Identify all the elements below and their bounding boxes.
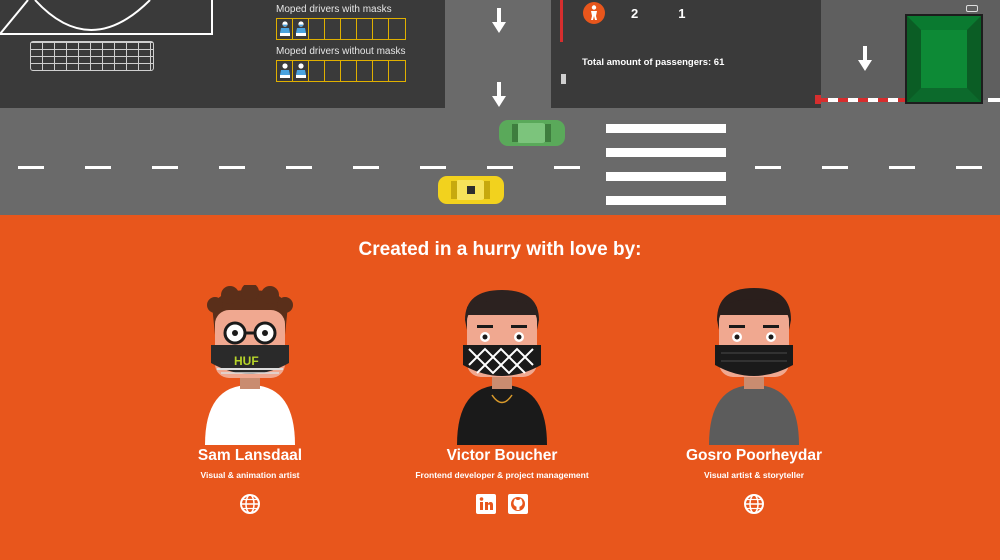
linkedin-icon[interactable] <box>475 493 497 515</box>
avatar <box>709 288 799 445</box>
down-arrow-icon <box>492 8 506 33</box>
down-arrow-icon <box>858 46 872 71</box>
lane-dash <box>755 166 781 169</box>
empty-slot <box>341 19 357 39</box>
empty-slot <box>373 19 389 39</box>
person-role: Visual artist & storyteller <box>704 470 804 480</box>
empty-slot <box>357 19 373 39</box>
lane-dash <box>286 166 312 169</box>
lane-dash <box>956 166 982 169</box>
website-icon[interactable] <box>239 493 261 515</box>
moped-driver-icon <box>293 19 309 39</box>
total-passengers: Total amount of passengers: 61 <box>582 57 725 68</box>
barrier-end <box>988 98 1000 102</box>
barrier-post <box>815 95 821 104</box>
down-arrow-icon <box>492 82 506 107</box>
masks-without-label: Moped drivers without masks <box>276 46 406 57</box>
person-name: Gosro Poorheydar <box>685 447 823 464</box>
court-lines <box>0 0 213 35</box>
counter-b: 1 <box>678 5 686 21</box>
credits-heading: Created in a hurry with love by: <box>358 239 642 260</box>
counter-a: 2 <box>631 5 639 21</box>
moped-driver-icon <box>293 61 309 81</box>
empty-slot <box>309 61 325 81</box>
empty-slot <box>341 61 357 81</box>
lane-dash <box>889 166 915 169</box>
masks-with-grid <box>276 18 406 40</box>
yellow-taxi <box>438 176 504 204</box>
masks-without-grid <box>276 60 406 82</box>
github-icon[interactable] <box>507 493 529 515</box>
lane-dash <box>353 166 379 169</box>
crosswalk <box>606 124 726 215</box>
person-card-gosro: Gosro Poorheydar Visual artist & storyte… <box>604 285 904 515</box>
parking-barrier <box>818 98 918 102</box>
empty-slot <box>389 19 405 39</box>
bus-stop-sign <box>561 74 566 84</box>
lane-dash <box>554 166 580 169</box>
moped-driver-icon <box>277 19 293 39</box>
website-icon[interactable] <box>743 493 765 515</box>
credits-section: Created in a hurry with love by: HUF Sam… <box>0 215 1000 560</box>
empty-slot <box>325 61 341 81</box>
empty-slot <box>357 61 373 81</box>
empty-slot <box>325 19 341 39</box>
passenger-counter: 2 1 <box>583 2 685 24</box>
empty-slot <box>389 61 405 81</box>
lane-dash <box>420 166 446 169</box>
lane-dash <box>219 166 245 169</box>
bus-stop-pole <box>560 0 563 42</box>
parking-gate <box>905 14 983 104</box>
masks-without-panel: Moped drivers without masks <box>276 46 406 82</box>
camera-icon <box>966 5 978 12</box>
lane-dash <box>18 166 44 169</box>
green-car <box>499 120 565 146</box>
pedestrian-icon <box>583 2 605 24</box>
empty-slot <box>309 19 325 39</box>
masks-with-label: Moped drivers with masks <box>276 4 392 15</box>
street-scene: Moped drivers with masks Moped drivers w… <box>0 0 1000 215</box>
masks-with-panel: Moped drivers with masks <box>276 4 406 40</box>
mask-logo-text: HUF <box>234 354 259 368</box>
lane-dash <box>822 166 848 169</box>
lane-dash <box>152 166 178 169</box>
lane-dash <box>85 166 111 169</box>
moped-driver-icon <box>277 61 293 81</box>
goal-net <box>30 41 154 71</box>
avatar <box>457 290 547 445</box>
empty-slot <box>373 61 389 81</box>
lane-dash <box>487 166 513 169</box>
